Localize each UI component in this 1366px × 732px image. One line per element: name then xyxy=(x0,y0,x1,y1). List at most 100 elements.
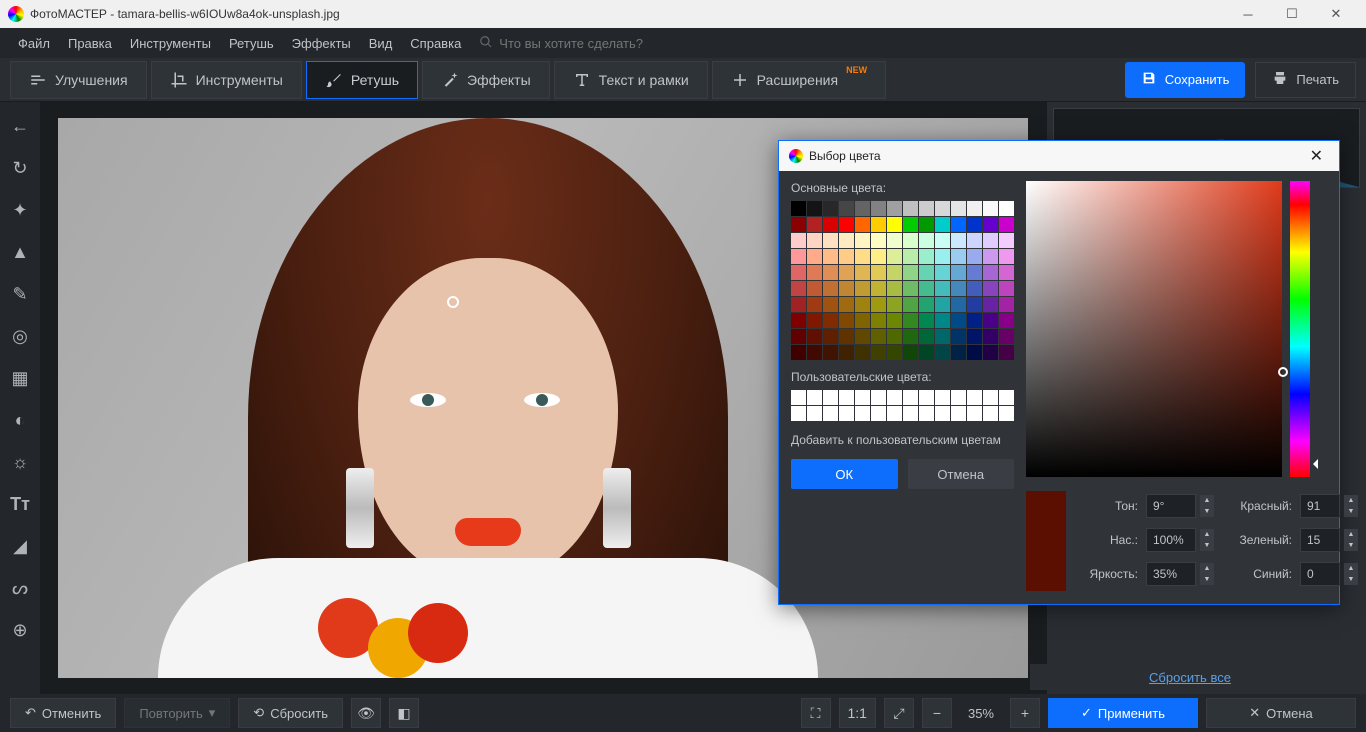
color-swatch[interactable] xyxy=(839,329,854,344)
color-swatch[interactable] xyxy=(823,297,838,312)
color-swatch[interactable] xyxy=(871,281,886,296)
color-swatch[interactable] xyxy=(791,313,806,328)
color-swatch[interactable] xyxy=(871,313,886,328)
color-swatch[interactable] xyxy=(951,281,966,296)
color-swatch[interactable] xyxy=(999,201,1014,216)
color-swatch[interactable] xyxy=(903,217,918,232)
color-swatch[interactable] xyxy=(999,217,1014,232)
reset-all-link[interactable]: Сбросить все xyxy=(1149,670,1231,685)
custom-color-slot[interactable] xyxy=(999,406,1014,421)
color-swatch[interactable] xyxy=(983,201,998,216)
color-swatch[interactable] xyxy=(823,233,838,248)
text-tool-icon[interactable]: Tᴛ xyxy=(6,490,34,518)
save-button[interactable]: Сохранить xyxy=(1125,62,1246,98)
color-swatch[interactable] xyxy=(983,297,998,312)
menu-effects[interactable]: Эффекты xyxy=(284,32,359,55)
color-swatch[interactable] xyxy=(839,313,854,328)
color-swatch[interactable] xyxy=(887,201,902,216)
hue-spinner[interactable]: ▲▼ xyxy=(1200,495,1220,517)
dialog-close-icon[interactable]: ✕ xyxy=(1304,146,1329,166)
custom-color-slot[interactable] xyxy=(791,406,806,421)
color-swatch[interactable] xyxy=(807,297,822,312)
color-swatch[interactable] xyxy=(855,281,870,296)
cancel-button[interactable]: Отмена xyxy=(908,459,1015,489)
color-swatch[interactable] xyxy=(823,281,838,296)
color-swatch[interactable] xyxy=(967,345,982,360)
color-swatch[interactable] xyxy=(807,265,822,280)
custom-color-slot[interactable] xyxy=(967,406,982,421)
color-swatch[interactable] xyxy=(855,297,870,312)
color-swatch[interactable] xyxy=(935,233,950,248)
color-swatch[interactable] xyxy=(887,297,902,312)
custom-color-slot[interactable] xyxy=(935,406,950,421)
color-swatch[interactable] xyxy=(919,249,934,264)
heal-icon[interactable]: ✦ xyxy=(6,196,34,224)
zoom-in-icon[interactable]: + xyxy=(1010,698,1040,728)
color-swatch[interactable] xyxy=(951,201,966,216)
color-swatch[interactable] xyxy=(791,281,806,296)
color-swatch[interactable] xyxy=(871,297,886,312)
custom-color-slot[interactable] xyxy=(967,390,982,405)
custom-color-slot[interactable] xyxy=(951,390,966,405)
maximize-button[interactable]: ☐ xyxy=(1270,0,1314,28)
custom-color-slot[interactable] xyxy=(983,390,998,405)
color-swatch[interactable] xyxy=(839,345,854,360)
bucket-icon[interactable]: ◢ xyxy=(6,532,34,560)
color-swatch[interactable] xyxy=(807,201,822,216)
color-swatch[interactable] xyxy=(983,345,998,360)
back-arrow-icon[interactable]: ← xyxy=(6,112,34,140)
compare-icon[interactable]: ◧ xyxy=(389,698,419,728)
color-swatch[interactable] xyxy=(967,297,982,312)
custom-color-slot[interactable] xyxy=(887,406,902,421)
print-button[interactable]: Печать xyxy=(1255,62,1356,98)
color-swatch[interactable] xyxy=(919,201,934,216)
tab-extensions[interactable]: Расширения NEW xyxy=(712,61,886,99)
ok-button[interactable]: ОК xyxy=(791,459,898,489)
sun-icon[interactable]: ☼ xyxy=(6,448,34,476)
color-swatch[interactable] xyxy=(791,265,806,280)
color-swatch[interactable] xyxy=(887,281,902,296)
color-swatch[interactable] xyxy=(951,265,966,280)
color-swatch[interactable] xyxy=(807,233,822,248)
red-input[interactable]: 91 xyxy=(1300,494,1340,518)
sat-input[interactable]: 100% xyxy=(1146,528,1196,552)
color-swatch[interactable] xyxy=(951,233,966,248)
color-swatch[interactable] xyxy=(791,201,806,216)
color-swatch[interactable] xyxy=(983,217,998,232)
color-swatch[interactable] xyxy=(919,281,934,296)
color-swatch[interactable] xyxy=(855,233,870,248)
color-swatch[interactable] xyxy=(855,217,870,232)
globe-icon[interactable]: ⊕ xyxy=(6,616,34,644)
eye-toggle-icon[interactable]: 👁 xyxy=(351,698,381,728)
color-swatch[interactable] xyxy=(839,201,854,216)
color-swatch[interactable] xyxy=(935,281,950,296)
tab-enhance[interactable]: Улучшения xyxy=(10,61,147,99)
color-swatch[interactable] xyxy=(839,265,854,280)
color-swatch[interactable] xyxy=(823,345,838,360)
color-swatch[interactable] xyxy=(919,233,934,248)
custom-color-slot[interactable] xyxy=(807,406,822,421)
undo-button[interactable]: ↶ Отменить xyxy=(10,698,116,728)
custom-color-slot[interactable] xyxy=(823,390,838,405)
tab-effects[interactable]: Эффекты xyxy=(422,61,550,99)
color-swatch[interactable] xyxy=(839,297,854,312)
fit-1to1-button[interactable]: 1:1 xyxy=(839,698,876,728)
minimize-button[interactable]: ─ xyxy=(1226,0,1270,28)
color-swatch[interactable] xyxy=(967,249,982,264)
reset-button[interactable]: ⟲ Сбросить xyxy=(238,698,343,728)
custom-color-slot[interactable] xyxy=(823,406,838,421)
color-swatch[interactable] xyxy=(919,297,934,312)
rotate-icon[interactable]: ↻ xyxy=(6,154,34,182)
color-swatch[interactable] xyxy=(791,217,806,232)
color-swatch[interactable] xyxy=(887,329,902,344)
color-swatch[interactable] xyxy=(839,217,854,232)
fullscreen-icon[interactable]: ⛶ xyxy=(801,698,831,728)
search-input[interactable] xyxy=(499,36,699,51)
green-input[interactable]: 15 xyxy=(1300,528,1340,552)
color-swatch[interactable] xyxy=(935,265,950,280)
color-swatch[interactable] xyxy=(887,265,902,280)
color-swatch[interactable] xyxy=(967,201,982,216)
zoom-out-icon[interactable]: − xyxy=(922,698,952,728)
sat-spinner[interactable]: ▲▼ xyxy=(1200,529,1220,551)
color-swatch[interactable] xyxy=(823,249,838,264)
